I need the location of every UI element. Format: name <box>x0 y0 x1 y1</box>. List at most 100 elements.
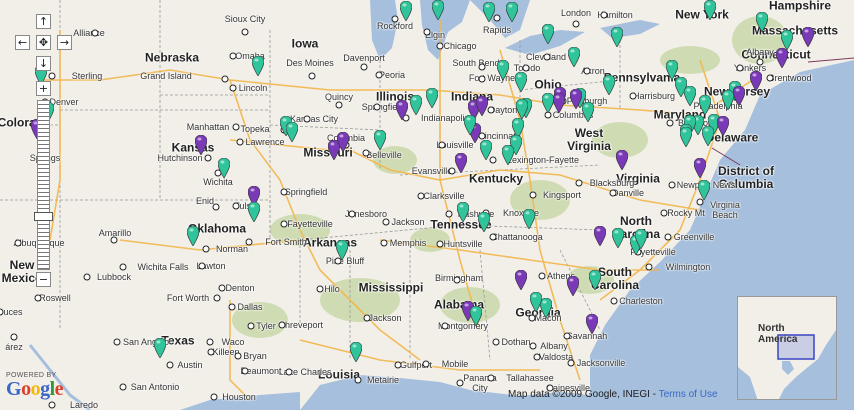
city-label-charleston: Charleston <box>619 296 663 306</box>
city-dot <box>600 11 608 19</box>
pan-center-button[interactable]: ✥ <box>36 35 51 50</box>
map-pin-marker-teal[interactable] <box>432 0 444 20</box>
map-pin-marker-teal[interactable] <box>252 56 264 76</box>
zoom-slider-thumb[interactable] <box>34 212 53 221</box>
google-logo-word: Google <box>6 379 64 399</box>
map-pin-marker-purple[interactable] <box>802 27 814 47</box>
map-pin-marker-teal[interactable] <box>187 226 199 246</box>
map-pin-marker-teal[interactable] <box>248 202 260 222</box>
zoom-slider-track[interactable] <box>37 100 50 270</box>
map-pin-marker-teal[interactable] <box>603 75 615 95</box>
map-pin-marker-teal[interactable] <box>542 24 554 44</box>
map-attribution: Map data ©2009 Google, INEGI - Terms of … <box>508 389 718 400</box>
map-pin-marker-teal[interactable] <box>154 338 166 358</box>
map-pin-marker-purple[interactable] <box>733 86 745 106</box>
map-pin-marker-teal[interactable] <box>464 115 476 135</box>
map-pin-marker-purple[interactable] <box>455 153 467 173</box>
pan-right-button[interactable]: → <box>57 35 72 50</box>
map-pin-marker-purple[interactable] <box>476 96 488 116</box>
map-pin-marker-purple[interactable] <box>616 150 628 170</box>
city-label-hilo: Hilo <box>324 284 340 294</box>
map-pin-marker-purple[interactable] <box>567 276 579 296</box>
city-dot <box>487 106 495 114</box>
map-pin-marker-teal[interactable] <box>530 292 542 312</box>
city-label-manhattan: Manhattan <box>186 122 230 132</box>
map-pin-marker-purple[interactable] <box>337 132 349 152</box>
map-pin-marker-teal[interactable] <box>506 2 518 22</box>
map-pin-marker-teal[interactable] <box>568 47 580 67</box>
city-dot <box>453 276 461 284</box>
zoom-out-button[interactable]: − <box>36 272 51 287</box>
state-label-kentucky: Kentucky <box>468 171 524 186</box>
map-pin-marker-teal[interactable] <box>516 99 528 119</box>
map-pin-marker-purple[interactable] <box>195 135 207 155</box>
city-dot <box>166 361 174 369</box>
map-pin-marker-teal[interactable] <box>666 60 678 80</box>
map-pin-marker-teal[interactable] <box>702 126 714 146</box>
city-label-harrisburg: Harrisburg <box>632 91 676 101</box>
map-pin-marker-purple[interactable] <box>776 48 788 68</box>
city-dot <box>445 210 453 218</box>
map-pin-marker-teal[interactable] <box>502 145 514 165</box>
map-pin-marker-teal[interactable] <box>589 270 601 290</box>
map-pin-marker-teal[interactable] <box>684 86 696 106</box>
map-pin-marker-teal[interactable] <box>336 240 348 260</box>
city-dot <box>229 52 237 60</box>
pan-down-button[interactable]: ↓ <box>36 56 51 71</box>
pan-left-button[interactable]: ← <box>15 35 30 50</box>
city-dot <box>234 352 242 360</box>
map-pin-marker-teal[interactable] <box>410 95 422 115</box>
city-label-belleville: Belleville <box>366 150 402 160</box>
map-pin-marker-teal[interactable] <box>523 209 535 229</box>
map-pin-marker-teal[interactable] <box>374 130 386 150</box>
city-label-tallahassee: Tallahassee <box>506 373 554 383</box>
map-pin-marker-purple[interactable] <box>594 226 606 246</box>
map-pin-marker-teal[interactable] <box>704 0 716 20</box>
city-dot <box>119 263 127 271</box>
map-pin-marker-teal[interactable] <box>400 1 412 21</box>
terms-of-use-link[interactable]: Terms of Use <box>659 389 718 400</box>
map-pin-marker-teal[interactable] <box>497 60 509 80</box>
map-pin-marker-teal[interactable] <box>612 228 624 248</box>
map-pin-marker-teal[interactable] <box>350 342 362 362</box>
city-label-clarksville: Clarksville <box>423 191 465 201</box>
state-label-new-york: New York <box>675 7 729 22</box>
map-pin-marker-teal[interactable] <box>680 127 692 147</box>
google-logo[interactable]: POWERED BY Google <box>6 372 64 399</box>
map-pin-marker-teal[interactable] <box>470 306 482 326</box>
city-label-fort-worth: Fort Worth <box>166 293 210 303</box>
map-pin-marker-purple[interactable] <box>694 158 706 178</box>
map-pin-marker-purple[interactable] <box>717 116 729 136</box>
map-pin-marker-purple[interactable] <box>553 93 565 113</box>
map-pin-marker-teal[interactable] <box>781 30 793 50</box>
map-pin-marker-teal[interactable] <box>218 158 230 178</box>
map-pin-marker-teal[interactable] <box>756 12 768 32</box>
map-pin-marker-teal[interactable] <box>483 2 495 22</box>
overview-map[interactable]: North America <box>737 296 837 400</box>
map-canvas[interactable]: Nebraska Iowa Illinois Indiana Ohio Pennsylva… <box>0 0 854 410</box>
map-pin-marker-purple[interactable] <box>570 89 582 109</box>
map-pin-marker-purple[interactable] <box>750 71 762 91</box>
map-pin-marker-teal[interactable] <box>698 180 710 200</box>
city-label-shreveport: Shreveport <box>278 320 324 330</box>
zoom-in-button[interactable]: + <box>36 81 51 96</box>
pan-up-button[interactable]: ↑ <box>36 14 51 29</box>
city-label-springfield-mo: Springfield <box>284 187 328 197</box>
map-pin-marker-purple[interactable] <box>515 270 527 290</box>
map-pin-marker-teal[interactable] <box>426 88 438 108</box>
map-pin-marker-purple[interactable] <box>586 314 598 334</box>
map-pin-marker-teal[interactable] <box>457 202 469 222</box>
city-dot <box>285 368 293 376</box>
map-pin-marker-purple[interactable] <box>396 100 408 120</box>
map-pin-marker-teal[interactable] <box>611 27 623 47</box>
map-pin-marker-teal[interactable] <box>699 95 711 115</box>
map-pin-marker-teal[interactable] <box>478 212 490 232</box>
city-dot <box>335 101 343 109</box>
map-pin-marker-teal[interactable] <box>286 122 298 142</box>
map-pin-marker-teal[interactable] <box>635 229 647 249</box>
city-label-evansville: Evansville <box>411 166 453 176</box>
city-label-jacksonville: Jacksonville <box>576 358 626 368</box>
map-pin-marker-teal[interactable] <box>515 72 527 92</box>
map-pin-marker-teal[interactable] <box>480 140 492 160</box>
city-dot <box>232 123 240 131</box>
